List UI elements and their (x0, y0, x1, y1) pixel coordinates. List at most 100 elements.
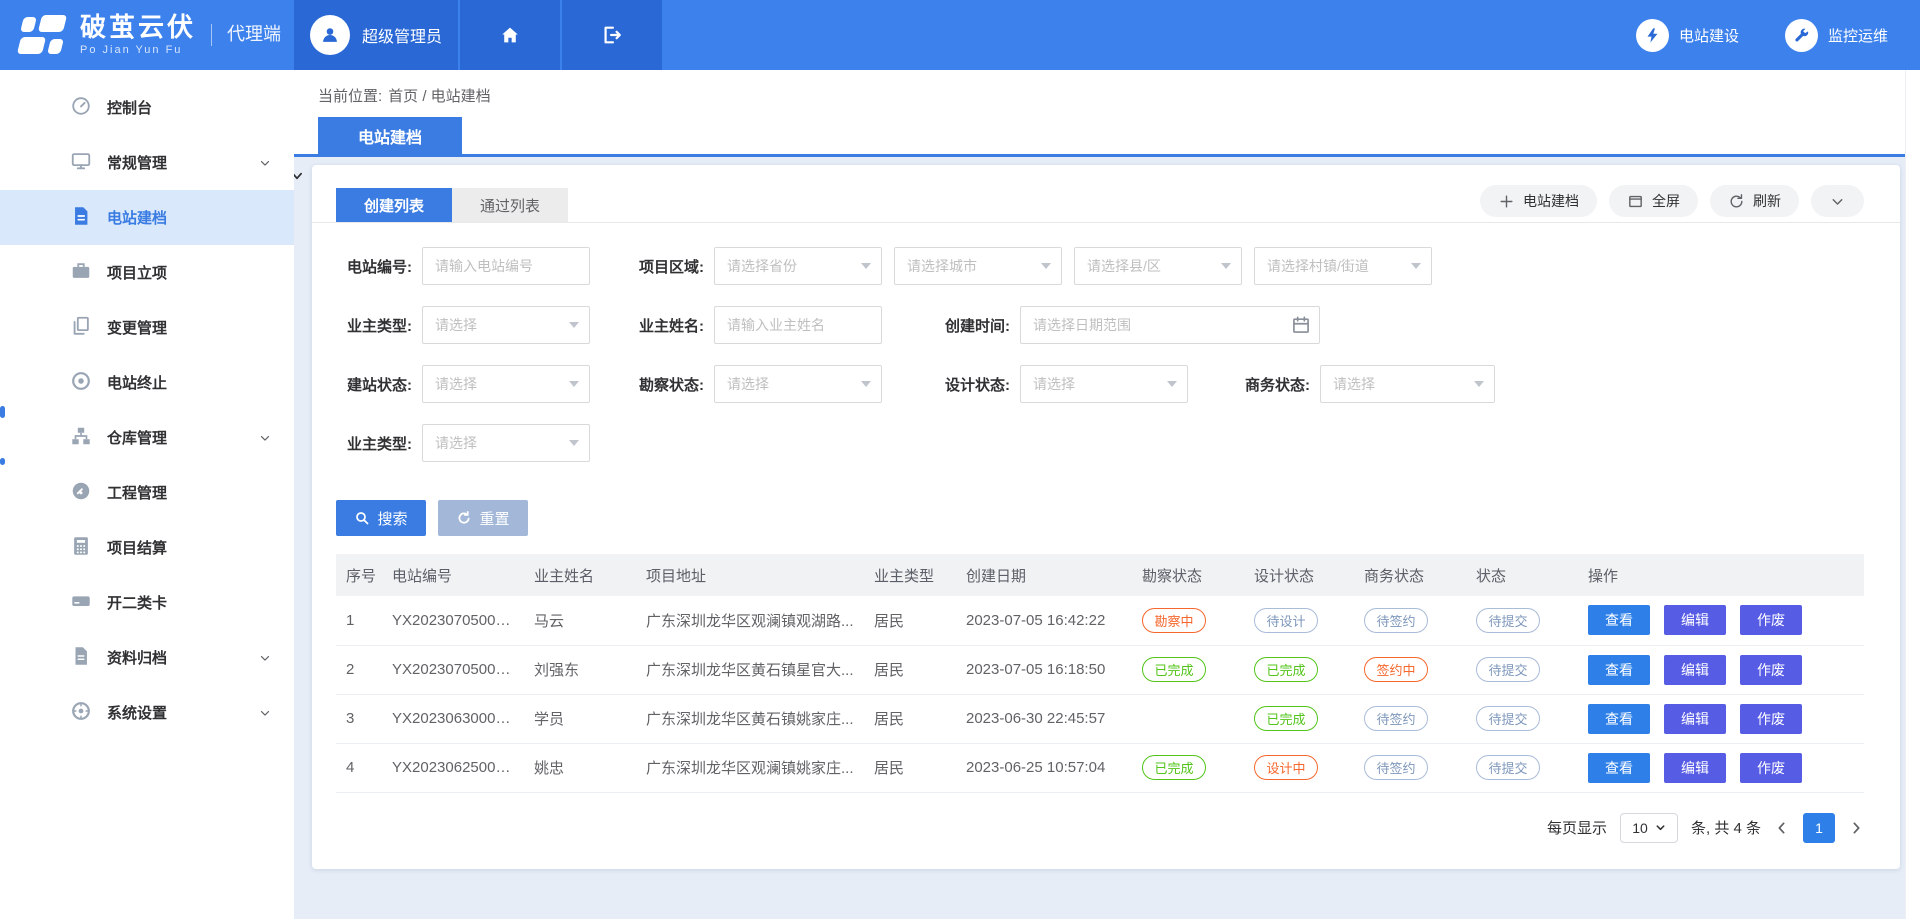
row-action-edit-button[interactable]: 编辑 (1664, 753, 1726, 783)
filter-select[interactable]: 请选择 (1020, 365, 1188, 403)
next-page-button[interactable] (1848, 820, 1864, 836)
filter-select[interactable]: 请选择城市 (894, 247, 1062, 285)
row-action-void-button[interactable]: 作废 (1740, 655, 1802, 685)
table-row: 4YX2023062500004姚忠广东深圳龙华区观澜镇姚家庄...居民2023… (336, 743, 1864, 792)
collapse-chevron-down-icon[interactable] (294, 169, 308, 183)
row-action-void-button[interactable]: 作废 (1740, 753, 1802, 783)
filter-select[interactable]: 请选择省份 (714, 247, 882, 285)
sidebar-scrollbar[interactable] (0, 458, 5, 465)
logout-button[interactable] (562, 0, 662, 70)
filter-label: 业主类型: (336, 433, 422, 454)
prev-page-button[interactable] (1774, 820, 1790, 836)
sidebar-item-变更管理[interactable]: 变更管理 (0, 300, 294, 355)
sidebar-item-系统设置[interactable]: 系统设置 (0, 685, 294, 740)
brand-logo-icon (18, 14, 68, 56)
filter-select[interactable]: 请选择 (714, 365, 882, 403)
filter-label: 商务状态: (1234, 374, 1320, 395)
toolbar-fullscreen-button[interactable]: 全屏 (1609, 185, 1698, 217)
filter-field-业主姓名: 业主姓名: (628, 306, 882, 344)
search-button[interactable]: 搜索 (336, 500, 426, 536)
row-action-edit-button[interactable]: 编辑 (1664, 655, 1726, 685)
toolbar: 电站建档全屏刷新 (1480, 185, 1864, 217)
chevron-down-icon (258, 431, 272, 445)
sidebar-item-label: 项目结算 (107, 537, 167, 558)
cell-survey: 勘察中 (1132, 596, 1244, 645)
per-page-value: 10 (1632, 820, 1648, 836)
sidebar-item-电站建档[interactable]: 电站建档 (0, 190, 294, 245)
filter-select[interactable]: 请选择县/区 (1074, 247, 1242, 285)
toolbar-add-plant-button[interactable]: 电站建档 (1480, 185, 1597, 217)
filter-input[interactable] (714, 306, 882, 344)
sidebar-item-工程管理[interactable]: 工程管理 (0, 465, 294, 520)
per-page-select[interactable]: 10 (1620, 813, 1678, 843)
page-number-current[interactable]: 1 (1803, 813, 1835, 843)
filter-select[interactable]: 请选择 (422, 424, 590, 462)
filter-label: 项目区域: (628, 256, 714, 277)
sidebar-item-控制台[interactable]: 控制台 (0, 80, 294, 135)
filter-select[interactable]: 请选择 (422, 306, 590, 344)
toolbar-refresh-button[interactable]: 刷新 (1710, 185, 1799, 217)
sidebar-item-label: 项目立项 (107, 262, 167, 283)
sidebar-item-开二类卡[interactable]: 开二类卡 (0, 575, 294, 630)
sidebar-item-label: 系统设置 (107, 702, 167, 723)
sidebar-item-电站终止[interactable]: 电站终止 (0, 355, 294, 410)
cell-seq: 1 (336, 596, 382, 645)
quick-plant-build[interactable]: 电站建设 (1636, 19, 1739, 52)
quick-monitor-ops[interactable]: 监控运维 (1785, 19, 1888, 52)
filter-row-3: 业主类型:请选择 (336, 424, 1876, 462)
table-head: 序号电站编号业主姓名项目地址业主类型创建日期勘察状态设计状态商务状态状态操作 (336, 554, 1864, 596)
sidebar-scrollbar[interactable] (0, 406, 5, 418)
page-scrollbar[interactable] (1905, 70, 1920, 919)
app-root: 破茧云伏 Po Jian Yun Fu 代理端 超级管理员 (0, 0, 1920, 919)
cell-actions: 查看编辑作废 (1578, 645, 1864, 694)
cell-status: 待提交 (1466, 694, 1578, 743)
cell-business: 签约中 (1354, 645, 1466, 694)
page-tab-active[interactable]: 电站建档 (318, 117, 462, 154)
breadcrumb: 当前位置:首页 / 电站建档 (318, 70, 1905, 117)
header-quick-actions: 电站建设 监控运维 (1636, 0, 1920, 70)
row-action-void-button[interactable]: 作废 (1740, 704, 1802, 734)
filter-panel: 电站编号:项目区域:请选择省份请选择城市请选择县/区请选择村镇/街道业主类型:请… (312, 223, 1900, 462)
dashboard-icon (70, 95, 92, 117)
user-menu[interactable]: 超级管理员 (294, 0, 458, 70)
table-row: 3YX2023063000009学员广东深圳龙华区黄石镇姚家庄...居民2023… (336, 694, 1864, 743)
row-action-view-button[interactable]: 查看 (1588, 753, 1650, 783)
home-button[interactable] (460, 0, 560, 70)
row-action-edit-button[interactable]: 编辑 (1664, 704, 1726, 734)
status-badge: 签约中 (1364, 657, 1428, 682)
tab-create-list[interactable]: 创建列表 (336, 188, 452, 222)
filter-label: 电站编号: (336, 256, 422, 277)
sidebar-item-label: 控制台 (107, 97, 152, 118)
filter-input[interactable] (422, 247, 590, 285)
row-action-edit-button[interactable]: 编辑 (1664, 605, 1726, 635)
sidebar-item-仓库管理[interactable]: 仓库管理 (0, 410, 294, 465)
sidebar-item-项目结算[interactable]: 项目结算 (0, 520, 294, 575)
row-action-void-button[interactable]: 作废 (1740, 605, 1802, 635)
status-badge: 已完成 (1254, 657, 1318, 682)
settings-icon (70, 700, 92, 722)
cell-actions: 查看编辑作废 (1578, 694, 1864, 743)
row-action-view-button[interactable]: 查看 (1588, 704, 1650, 734)
filter-select[interactable]: 请选择 (1320, 365, 1495, 403)
filter-label: 业主类型: (336, 315, 422, 336)
plus-icon (1498, 193, 1515, 210)
sidebar-item-资料归档[interactable]: 资料归档 (0, 630, 294, 685)
cell-owner_type: 居民 (864, 743, 956, 792)
cell-design: 已完成 (1244, 694, 1354, 743)
tab-passed-list[interactable]: 通过列表 (452, 188, 568, 222)
reset-button[interactable]: 重置 (438, 500, 528, 536)
brand-latin: Po Jian Yun Fu (80, 44, 196, 56)
sidebar-item-项目立项[interactable]: 项目立项 (0, 245, 294, 300)
sidebar-item-常规管理[interactable]: 常规管理 (0, 135, 294, 190)
toolbar-more-button[interactable] (1811, 185, 1864, 217)
date-range-input[interactable] (1020, 306, 1320, 344)
sidebar-menu: 控制台常规管理电站建档项目立项变更管理电站终止仓库管理工程管理项目结算开二类卡资… (0, 70, 294, 740)
row-action-view-button[interactable]: 查看 (1588, 605, 1650, 635)
brand: 破茧云伏 Po Jian Yun Fu 代理端 (0, 0, 294, 70)
column-header-电站编号: 电站编号 (382, 554, 524, 596)
filter-select[interactable]: 请选择村镇/街道 (1254, 247, 1432, 285)
filter-select[interactable]: 请选择 (422, 365, 590, 403)
monitor-icon (70, 150, 92, 172)
cell-business: 待签约 (1354, 743, 1466, 792)
row-action-view-button[interactable]: 查看 (1588, 655, 1650, 685)
